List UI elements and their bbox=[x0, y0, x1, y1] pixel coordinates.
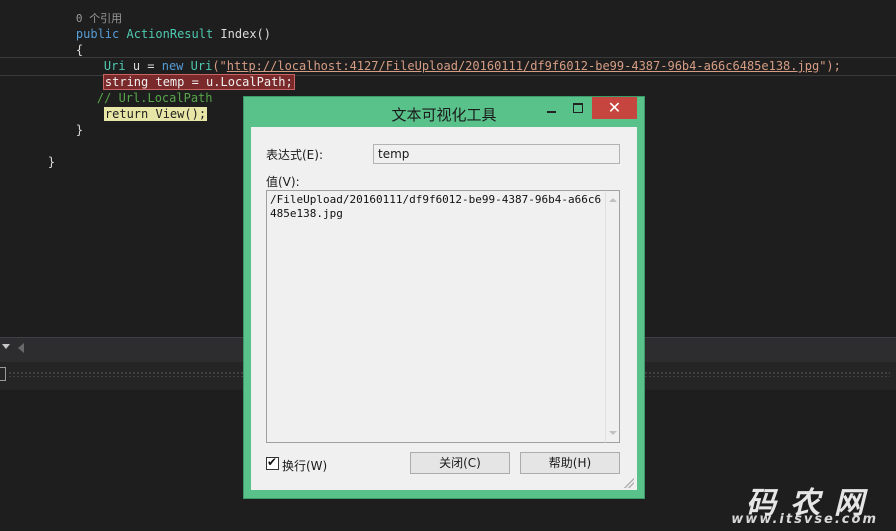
brace: } bbox=[47, 155, 56, 169]
watermark-url: www.itsvse.com bbox=[731, 512, 878, 527]
scroll-down-icon[interactable] bbox=[609, 431, 617, 435]
scroll-up-icon[interactable] bbox=[609, 198, 617, 202]
url-link[interactable]: http://localhost:4127/FileUpload/2016011… bbox=[227, 59, 819, 73]
close-button[interactable]: 关闭(C) bbox=[410, 452, 510, 474]
dialog-titlebar[interactable]: 文本可视化工具 ✕ bbox=[244, 97, 644, 127]
close-window-button[interactable]: ✕ bbox=[592, 97, 637, 119]
dialog-client-area: 表达式(E): temp 值(V): /FileUpload/20160111/… bbox=[251, 127, 637, 490]
scroll-left-icon[interactable] bbox=[18, 343, 24, 353]
minimize-button[interactable] bbox=[542, 97, 562, 119]
panel-edge-icon bbox=[0, 367, 6, 381]
code-line-return: return View(); bbox=[75, 90, 208, 138]
brace: } bbox=[75, 123, 84, 137]
close-icon: ✕ bbox=[607, 98, 622, 117]
value-label: 值(V): bbox=[266, 175, 300, 189]
resize-grip-icon[interactable] bbox=[624, 478, 634, 488]
expression-label: 表达式(E): bbox=[266, 148, 323, 162]
method-name: Index() bbox=[213, 27, 271, 41]
return-statement-highlight[interactable]: return View(); bbox=[103, 107, 208, 121]
maximize-icon bbox=[573, 103, 583, 113]
wrap-label[interactable]: 换行(W) bbox=[282, 457, 327, 474]
checkmark-icon: ✔ bbox=[267, 455, 278, 469]
dropdown-arrow-icon[interactable] bbox=[2, 344, 10, 349]
code-line-class-close-brace: } bbox=[19, 138, 55, 186]
minimize-icon bbox=[547, 111, 556, 113]
string-close: "); bbox=[819, 59, 841, 73]
type-actionresult: ActionResult bbox=[126, 27, 214, 41]
text-visualizer-dialog: 文本可视化工具 ✕ 表达式(E): temp 值(V): /FileUpload… bbox=[244, 97, 644, 498]
value-text-area[interactable]: /FileUpload/20160111/df9f6012-be99-4387-… bbox=[266, 190, 605, 443]
wrap-checkbox[interactable]: ✔ bbox=[266, 455, 279, 470]
help-button[interactable]: 帮助(H) bbox=[520, 452, 620, 474]
expression-field[interactable]: temp bbox=[373, 144, 620, 164]
maximize-button[interactable] bbox=[568, 97, 588, 119]
value-scrollbar[interactable] bbox=[605, 190, 620, 443]
watermark: 码农网 www.itsvse.com bbox=[678, 478, 878, 530]
